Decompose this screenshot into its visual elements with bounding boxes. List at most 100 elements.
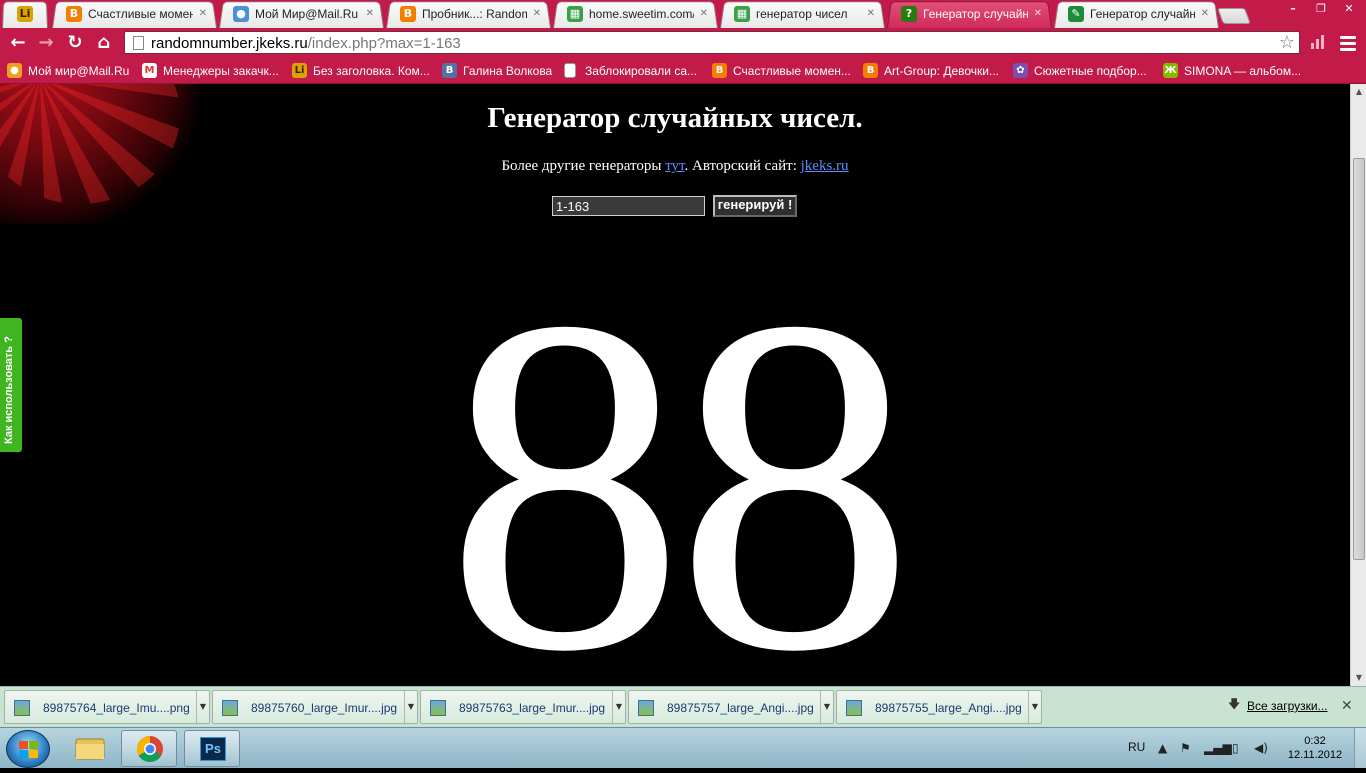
page-icon [133, 36, 144, 50]
chevron-down-icon[interactable]: ▼ [612, 691, 625, 723]
download-item[interactable]: 89875763_large_Imur....jpg ▼ [420, 690, 626, 724]
scroll-thumb[interactable] [1353, 158, 1365, 560]
volume-icon[interactable]: ◀) [1254, 741, 1268, 755]
start-button[interactable] [6, 730, 50, 768]
chevron-down-icon[interactable]: ▼ [820, 691, 833, 723]
tab-2[interactable]: ● Мой Мир@Mail.Ru ✕ [219, 0, 384, 29]
tab-4[interactable]: ▦ home.sweetim.com/ ✕ [553, 0, 718, 29]
bookmark-item[interactable]: Заблокировали са... [564, 62, 704, 80]
close-icon[interactable]: ✕ [867, 8, 875, 20]
close-icon[interactable]: ✕ [366, 8, 374, 20]
url-text[interactable]: randomnumber.jkeks.ru/index.php?max=1-16… [151, 35, 461, 52]
battery-icon[interactable]: ▯ [1232, 741, 1239, 755]
download-filename: 89875764_large_Imu....png [43, 701, 190, 715]
tab-5[interactable]: ▦ генератор чисел ✕ [720, 0, 885, 29]
chevron-down-icon[interactable]: ▼ [404, 691, 417, 723]
tab-pinned[interactable]: Li [2, 0, 48, 29]
close-window-icon[interactable]: ✕ [1336, 0, 1362, 18]
bookmark-item[interactable]: ● Мой мир@Mail.Ru [7, 62, 137, 80]
windows-logo-icon [19, 741, 39, 759]
url-path: /index.php?max=1-163 [307, 35, 461, 52]
clock-date: 12.11.2012 [1287, 749, 1343, 761]
close-icon[interactable]: ✕ [199, 8, 207, 20]
close-icon[interactable]: ✕ [700, 8, 708, 20]
close-icon[interactable]: ✕ [1201, 8, 1209, 20]
author-site-link[interactable]: jkeks.ru [801, 158, 849, 174]
tab-3[interactable]: B Пробник...: Random ✕ [386, 0, 551, 29]
tab-title: Генератор случайных чисел [923, 7, 1028, 21]
image-file-icon [638, 700, 654, 716]
show-desktop-button[interactable] [1354, 728, 1366, 768]
blogger-icon: B [400, 6, 416, 22]
bookmark-label: SIMONA — альбом... [1184, 64, 1302, 78]
system-clock[interactable]: 0:32 12.11.2012 [1282, 734, 1348, 762]
restore-icon[interactable]: ❐ [1308, 0, 1334, 18]
chevron-down-icon[interactable]: ▼ [1028, 691, 1041, 723]
network-icon[interactable]: ▂▄▆ [1204, 741, 1232, 755]
reload-icon[interactable]: ↻ [63, 31, 87, 55]
generate-button[interactable]: генерируй ! [713, 195, 797, 217]
close-icon[interactable]: ✕ [1034, 8, 1042, 20]
vertical-scrollbar[interactable]: ▲ ▼ [1350, 84, 1366, 686]
tab-1[interactable]: B Счастливые моменты ✕ [52, 0, 217, 29]
language-indicator[interactable]: RU [1128, 740, 1145, 754]
wrench-menu-icon[interactable] [1338, 33, 1358, 53]
taskbar-photoshop[interactable]: Ps [184, 730, 240, 767]
subline-text: . Авторский сайт: [684, 158, 801, 174]
taskbar-chrome[interactable] [121, 730, 177, 767]
image-file-icon [430, 700, 446, 716]
minimize-icon[interactable]: – [1280, 0, 1306, 18]
bookmark-item[interactable]: M Менеджеры закачк... [142, 62, 287, 80]
chevron-down-icon[interactable]: ▼ [196, 691, 209, 723]
bookmark-item[interactable]: ✿ Сюжетные подбор... [1013, 62, 1158, 80]
how-to-use-label: Как использовать ? [3, 336, 15, 444]
subline: Более другие генераторы тут. Авторский с… [0, 157, 1350, 175]
more-generators-link[interactable]: тут [665, 158, 684, 174]
vk-icon: B [442, 63, 457, 78]
bookmark-item[interactable]: B Счастливые момен... [712, 62, 857, 80]
bookmark-item[interactable]: B Art-Group: Девочки... [863, 62, 1008, 80]
close-icon[interactable]: ✕ [1341, 698, 1353, 714]
taskbar-explorer[interactable] [62, 730, 118, 767]
download-shelf: 89875764_large_Imu....png ▼ 89875760_larg… [0, 686, 1366, 727]
home-icon[interactable]: ⌂ [92, 31, 116, 55]
tab-title: Генератор случайных [1090, 7, 1195, 21]
back-arrow-icon[interactable]: ← [6, 31, 30, 55]
address-bar[interactable]: randomnumber.jkeks.ru/index.php?max=1-16… [124, 31, 1300, 54]
liveinternet-icon: Li [17, 6, 33, 22]
bookmark-star-icon[interactable]: ☆ [1279, 32, 1295, 53]
tab-active[interactable]: ? Генератор случайных чисел ✕ [887, 0, 1052, 29]
url-host: randomnumber.jkeks.ru [151, 35, 308, 52]
how-to-use-tab[interactable]: Как использовать ? [0, 318, 22, 452]
action-center-flag-icon[interactable]: ⚑ [1180, 741, 1191, 755]
tab-title: генератор чисел [756, 7, 848, 21]
random-result: 88 [445, 218, 915, 686]
all-downloads-link[interactable]: Все загрузки... [1247, 699, 1328, 713]
flower-icon: ✿ [1013, 63, 1028, 78]
bookmark-label: Менеджеры закачк... [163, 64, 279, 78]
bookmark-item[interactable]: Ж SIMONA — альбом... [1163, 62, 1313, 80]
download-item[interactable]: 89875764_large_Imu....png ▼ [4, 690, 210, 724]
bookmark-label: Галина Волкова [463, 64, 553, 78]
scroll-up-arrow-icon[interactable]: ▲ [1351, 84, 1366, 100]
range-input[interactable] [552, 196, 705, 216]
forward-arrow-icon[interactable]: → [34, 31, 58, 55]
download-item[interactable]: 89875757_large_Angi....jpg ▼ [628, 690, 834, 724]
tab-title: Счастливые моменты [88, 7, 193, 21]
bookmark-label: Без заголовка. Ком... [313, 64, 430, 78]
green-leaf-icon: ✎ [1068, 6, 1084, 22]
new-tab-button[interactable] [1217, 8, 1251, 24]
image-file-icon [846, 700, 862, 716]
tab-7[interactable]: ✎ Генератор случайных ✕ [1054, 0, 1219, 29]
bookmark-label: Мой мир@Mail.Ru [28, 64, 130, 78]
download-item[interactable]: 89875755_large_Angi....jpg ▼ [836, 690, 1042, 724]
download-item[interactable]: 89875760_large_Imur....jpg ▼ [212, 690, 418, 724]
bookmarks-bar: ● Мой мир@Mail.Ru M Менеджеры закачк... Li… [0, 58, 1366, 84]
download-filename: 89875755_large_Angi....jpg [875, 701, 1022, 715]
tray-expand-icon[interactable]: ▲ [1158, 741, 1167, 755]
close-icon[interactable]: ✕ [533, 8, 541, 20]
bookmark-item[interactable]: Li Без заголовка. Ком... [292, 62, 437, 80]
extension-chart-icon[interactable] [1310, 34, 1326, 50]
scroll-down-arrow-icon[interactable]: ▼ [1351, 670, 1366, 686]
bookmark-item[interactable]: B Галина Волкова [442, 62, 562, 80]
